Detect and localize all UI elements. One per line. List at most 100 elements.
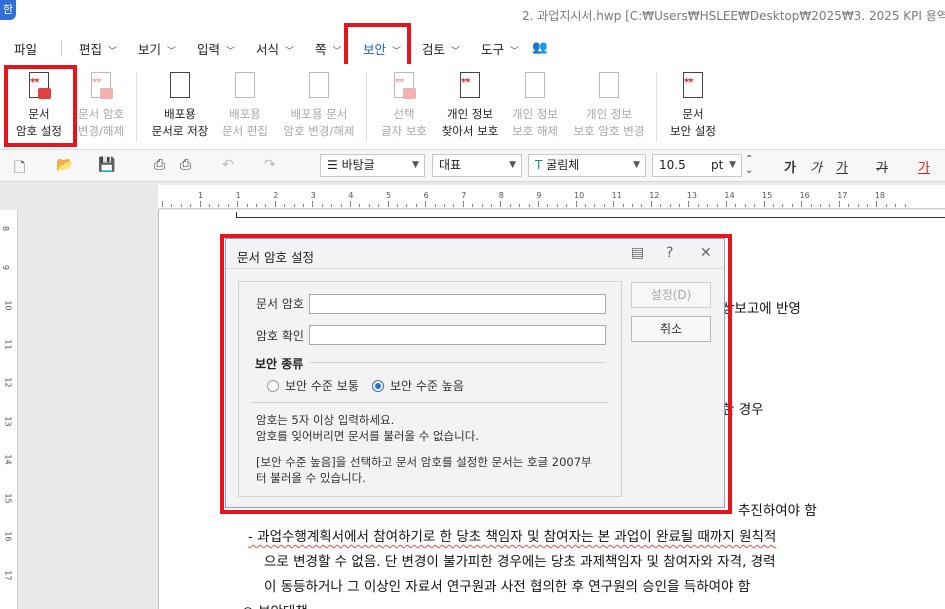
chevron-down-icon: ﹀ xyxy=(226,47,236,57)
horizontal-ruler[interactable]: 1 1 2 3 4 5 6 7 8 9 10 11 12 13 14 15 16 17 18 xyxy=(158,185,945,209)
radio-high[interactable]: 보안 수준 높음 xyxy=(372,377,464,394)
ruler-tick xyxy=(697,204,699,207)
ruler-tick xyxy=(650,201,652,207)
new-doc-icon[interactable]: 🗋 xyxy=(14,157,25,181)
note-line: 암호를 잊어버리면 문서를 불러올 수 없습니다. xyxy=(256,429,479,443)
print-icon[interactable]: ⎙ xyxy=(154,157,165,173)
menu-view[interactable]: 보기 ﹀ xyxy=(138,39,176,58)
close-icon[interactable]: ✕ xyxy=(700,245,712,261)
edit-distribution-button[interactable]: 배포용 문서 편집 xyxy=(217,68,273,140)
menu-edit-label: 편집 xyxy=(79,42,103,57)
users-icon[interactable]: 👥 xyxy=(532,39,548,55)
ruler-tick xyxy=(791,204,793,207)
font-size-select[interactable]: 10.5 pt ▼ xyxy=(652,154,742,177)
radio-on-icon xyxy=(372,380,384,392)
section-divider xyxy=(309,362,606,363)
ruler-tick xyxy=(368,204,370,207)
distribution-password-button[interactable]: 배포용 문서 암호 변경/해제 xyxy=(278,68,360,140)
chevron-down-icon: ﹀ xyxy=(332,47,342,57)
doc-security-label-2: 보안 설정 xyxy=(670,124,716,138)
note-line: 암호는 5자 이상 입력하세요. xyxy=(256,413,395,427)
save-distribution-button[interactable]: 배포용 문서로 저장 xyxy=(148,68,212,140)
font-size-unit: pt xyxy=(711,158,724,172)
size-stepper-icon[interactable]: ⌃ ⌄ xyxy=(745,154,753,176)
ruler-number: 15 xyxy=(762,191,773,200)
ruler-tick xyxy=(378,204,380,207)
ruler-tick xyxy=(547,204,549,207)
release-personal-label-2: 보호 해제 xyxy=(512,124,558,138)
find-personal-button[interactable]: ** 개인 정보 찾아서 보호 xyxy=(438,68,502,140)
ruler-tick xyxy=(500,201,502,207)
ruler-tick xyxy=(387,201,389,207)
ruler-number: 13 xyxy=(686,191,697,200)
doc-text-line: ○ 보안대책 xyxy=(242,600,308,609)
help-list-icon[interactable]: ▤ xyxy=(631,245,644,261)
radio-high-label: 보안 수준 높음 xyxy=(390,379,464,393)
ruler-tick xyxy=(773,204,774,207)
menu-format[interactable]: 서식 ﹀ xyxy=(256,39,294,58)
vruler-number: 16 xyxy=(3,531,13,542)
ruler-tick xyxy=(820,204,821,207)
hwp-app-icon[interactable]: 한 xyxy=(0,0,16,20)
confirm-input[interactable] xyxy=(309,325,606,345)
undo-icon[interactable]: ↶ xyxy=(222,157,234,173)
note-line: 터 불러올 수 있습니다. xyxy=(256,471,366,485)
ruler-tick xyxy=(895,204,897,207)
menu-insert[interactable]: 입력 ﹀ xyxy=(197,39,235,58)
language-select[interactable]: 대표 ▼ xyxy=(432,154,522,177)
menu-review[interactable]: 검토 ﹀ xyxy=(422,39,460,58)
table-border xyxy=(236,212,945,218)
menu-format-label: 서식 xyxy=(256,42,280,57)
ruler-number: 1 xyxy=(235,191,241,200)
cancel-button[interactable]: 취소 xyxy=(631,316,711,342)
save-icon[interactable]: 💾 xyxy=(98,157,115,173)
vruler-number: 13 xyxy=(3,415,13,427)
font-value: 굴림체 xyxy=(546,158,580,172)
ruler-number: 16 xyxy=(799,191,810,200)
password-label: 문서 암호 xyxy=(256,297,304,311)
menu-tools[interactable]: 도구 ﹀ xyxy=(481,39,519,58)
radio-normal[interactable]: 보안 수준 보통 xyxy=(267,377,359,394)
bold-button[interactable]: 가 xyxy=(784,157,796,176)
ruler-tick xyxy=(594,204,596,207)
menu-page[interactable]: 쪽 ﹀ xyxy=(315,39,342,58)
ruler-tick xyxy=(415,204,417,207)
security-type-title: 보안 종류 xyxy=(255,357,304,371)
personal-password-button[interactable]: 개인 정보 보호 암호 변경 xyxy=(570,68,648,140)
open-folder-icon[interactable]: 📂 xyxy=(56,157,73,173)
ruler-number: 2 xyxy=(273,191,279,200)
change-password-button[interactable]: ** 문서 암호 변경/해제 xyxy=(73,68,129,140)
find-personal-label-1: 개인 정보 xyxy=(447,107,493,121)
password-input[interactable] xyxy=(309,294,606,314)
menu-tools-label: 도구 xyxy=(481,42,505,57)
ruler-tick xyxy=(688,201,690,207)
release-personal-button[interactable]: 개인 정보 보호 해제 xyxy=(506,68,564,140)
print-preview-icon[interactable]: ⎙ xyxy=(180,157,191,173)
personal-password-label-1: 개인 정보 xyxy=(586,107,632,121)
chevron-down-icon: ▼ xyxy=(633,160,640,170)
doc-security-button[interactable]: ** 문서 보안 설정 xyxy=(666,68,720,140)
dialog-title: 문서 암호 설정 xyxy=(237,250,314,265)
ruler-tick xyxy=(528,204,530,207)
font-select[interactable]: T 굴림체 ▼ xyxy=(528,154,646,177)
redo-icon[interactable]: ↷ xyxy=(264,157,276,173)
underline-button[interactable]: 가 xyxy=(836,157,848,176)
menu-file[interactable]: 파일 xyxy=(14,39,37,58)
ruler-tick xyxy=(359,204,361,207)
ribbon-separator xyxy=(136,72,137,142)
chevron-down-icon: ﹀ xyxy=(108,47,118,57)
protect-selection-button[interactable]: ** 선택 글자 보호 xyxy=(376,68,432,140)
strike-button[interactable]: 가 xyxy=(876,157,888,176)
doc-text-line: 상보고에 반영 xyxy=(722,301,801,317)
ruler-tick xyxy=(321,204,323,207)
italic-button[interactable]: 가 xyxy=(810,157,822,176)
set-button[interactable]: 설정(D) xyxy=(631,282,711,308)
menu-edit[interactable]: 편집 ﹀ xyxy=(79,39,117,58)
style-select[interactable]: ☰ 바탕글 ▼ xyxy=(320,154,425,177)
help-icon[interactable]: ? xyxy=(666,245,673,261)
font-color-button[interactable]: 가 xyxy=(918,157,930,176)
ruler-tick xyxy=(838,201,840,207)
ruler-tick xyxy=(585,204,586,207)
vertical-ruler[interactable]: 8 9 10 11 12 13 14 15 16 17 xyxy=(0,210,18,609)
ruler-tick xyxy=(763,201,765,207)
